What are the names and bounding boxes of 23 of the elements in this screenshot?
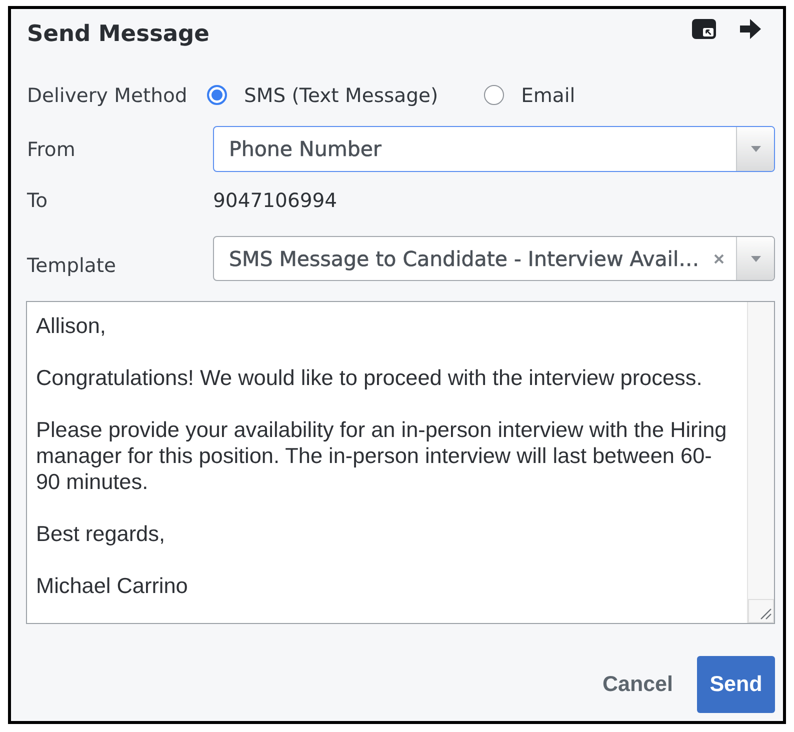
message-field[interactable]: Allison, Congratulations! We would like to proceed with the interview process. Please provide your availability for an in-person interview with the Hiring manager for this position. The in-person interview will last between 60-90 minutes. Best regards, Michael Carrino	[26, 301, 775, 624]
radio-label[interactable]: SMS (Text Message)	[244, 84, 438, 106]
field-label: Delivery Method	[26, 84, 188, 106]
arrow-right-icon[interactable]	[740, 19, 761, 39]
send-button[interactable]: Send	[697, 656, 775, 713]
field-label: To	[26, 188, 49, 212]
resize-grip-icon[interactable]	[748, 599, 774, 623]
phone-number-text: 9047106994	[213, 188, 338, 212]
radio-label[interactable]: Email	[521, 84, 576, 106]
field-label: From	[26, 138, 76, 160]
caret-down-icon	[750, 146, 760, 152]
dropdown-toggle[interactable]	[736, 127, 774, 171]
clear-icon[interactable]	[714, 254, 724, 264]
dropdown-field[interactable]: SMS Message to Candidate - Interview Avail…	[213, 236, 775, 281]
radio-button[interactable]	[484, 85, 504, 105]
cancel-button[interactable]: Cancel	[590, 656, 685, 713]
dialog-title: Send Message	[26, 21, 210, 47]
radio-button[interactable]	[207, 85, 227, 105]
caret-down-icon	[750, 256, 760, 262]
dropdown-field[interactable]: Phone Number	[213, 126, 775, 172]
picture-in-picture-icon[interactable]	[692, 19, 716, 39]
dropdown-toggle[interactable]	[736, 237, 774, 280]
field-label: Template	[26, 254, 117, 276]
